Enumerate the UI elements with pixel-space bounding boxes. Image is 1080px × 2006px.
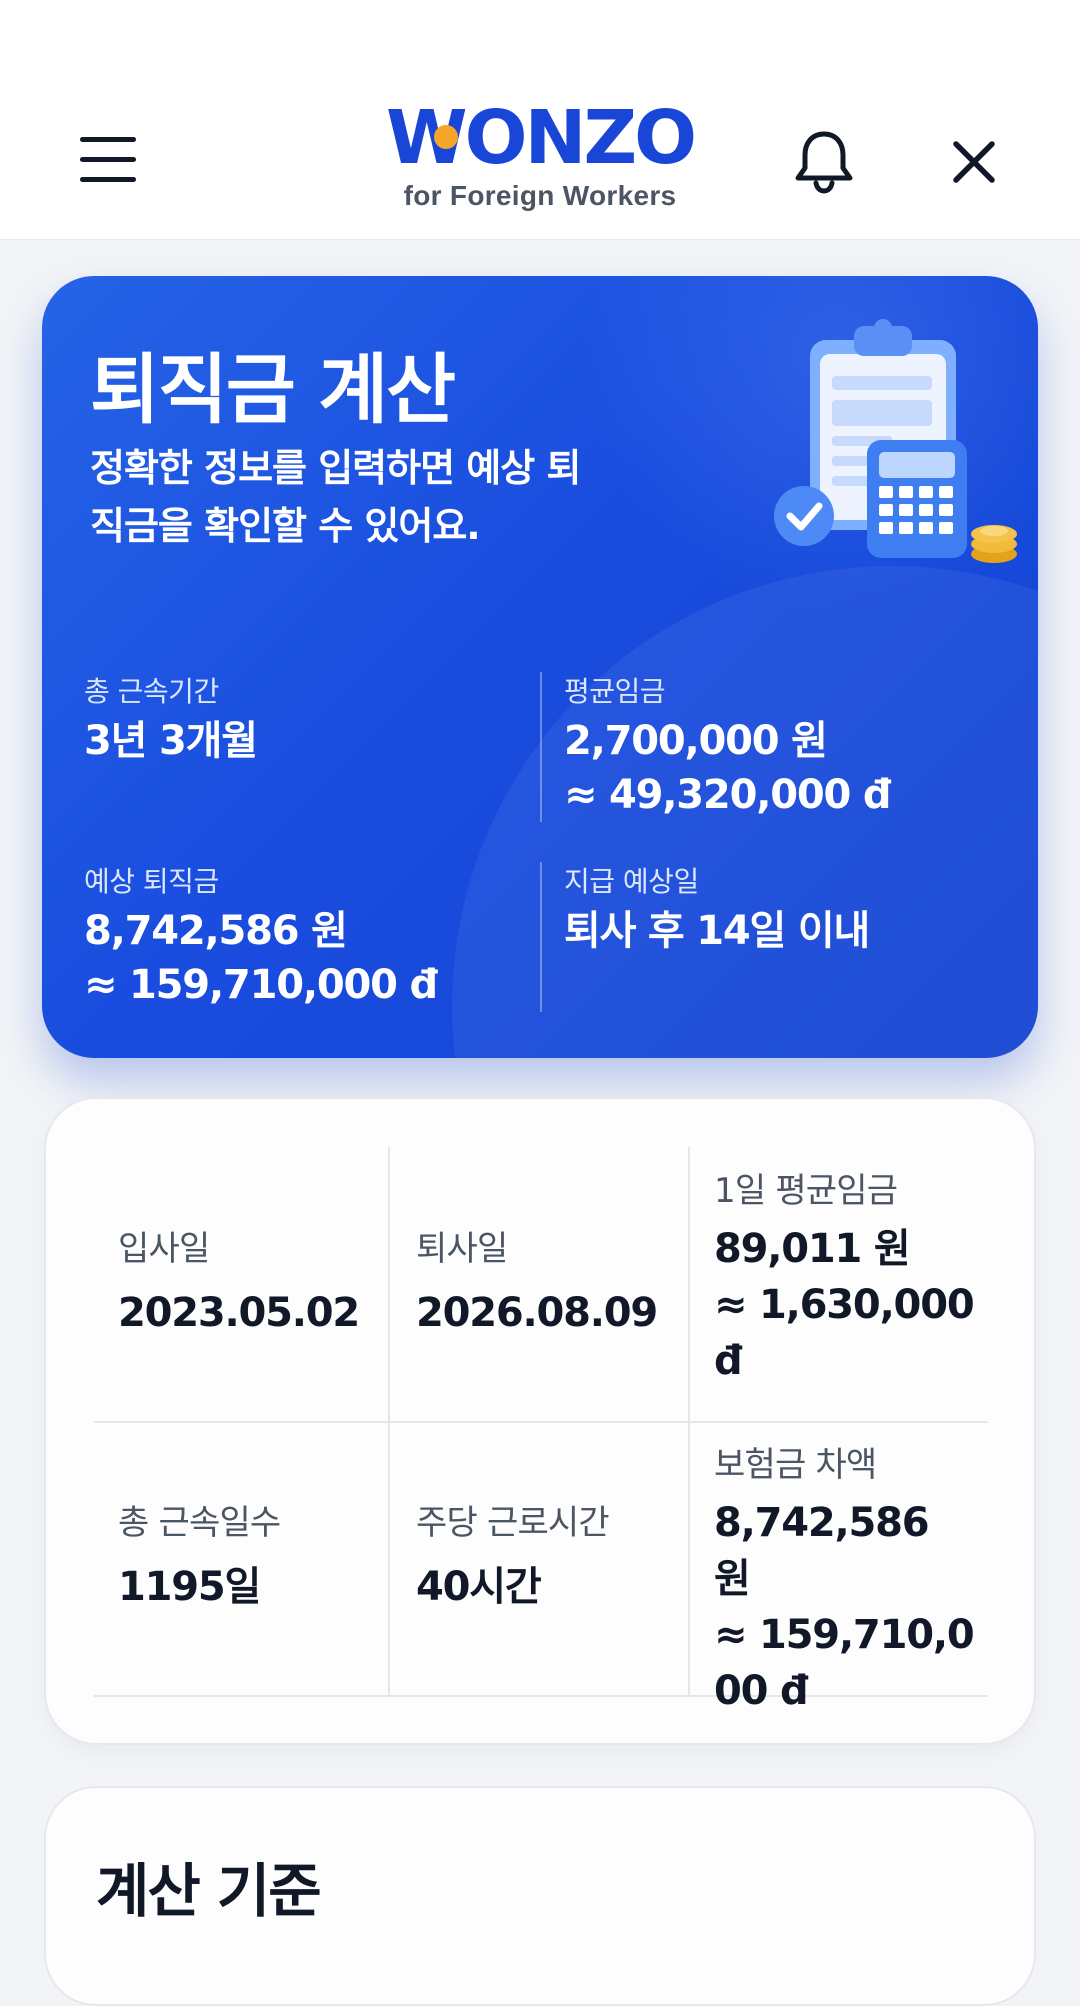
detail-label: 1일 평균임금	[714, 1171, 898, 1211]
detail-label: 총 근속일수	[118, 1503, 281, 1543]
detail-daily-average-wage: 1일 평균임금 89,011 원 ≈ 1,630,000 đ	[714, 1169, 975, 1389]
stat-payment-date: 지급 예상일 퇴사 후 14일 이내	[564, 864, 870, 958]
divider	[540, 672, 542, 822]
stat-value: 8,742,586 원	[84, 908, 348, 954]
divider	[94, 1421, 988, 1423]
menu-bar	[80, 157, 136, 162]
divider	[540, 862, 542, 1012]
detail-value: 2026.08.09	[416, 1290, 658, 1336]
app-header: WONZO for Foreign Workers	[0, 0, 1080, 240]
calculation-basis-card: 계산 기준	[44, 1786, 1036, 2006]
detail-join-date: 입사일 2023.05.02	[118, 1227, 360, 1341]
bell-icon-graphic	[795, 131, 853, 194]
stat-label: 예상 퇴직금	[84, 865, 219, 898]
stat-value: 퇴사 후 14일 이내	[564, 908, 870, 954]
logo-dot-icon	[433, 125, 458, 149]
detail-insurance-difference: 보험금 차액 8,742,586 원 ≈ 159,710,000 đ	[714, 1443, 975, 1719]
detail-value: 40시간	[416, 1564, 542, 1610]
detail-value: 8,742,586 원 ≈ 159,710,000 đ	[714, 1495, 975, 1719]
detail-total-days: 총 근속일수 1195일	[118, 1501, 281, 1615]
detail-info-card: 입사일 2023.05.02 퇴사일 2026.08.09 1일 평균임금 89…	[44, 1097, 1036, 1745]
detail-weekly-hours: 주당 근로시간 40시간	[416, 1501, 610, 1615]
stat-label: 평균임금	[564, 675, 666, 708]
menu-icon[interactable]	[80, 137, 136, 183]
menu-bar	[80, 177, 136, 182]
detail-value: 89,011 원 ≈ 1,630,000 đ	[714, 1221, 975, 1389]
detail-value: 1195일	[118, 1564, 261, 1610]
stat-converted: ≈ 159,710,000 đ	[84, 962, 438, 1008]
severance-summary-card: 퇴직금 계산 정확한 정보를 입력하면 예상 퇴직금을 확인할 수 있어요. 총…	[42, 276, 1038, 1058]
logo-wordmark: WONZO	[386, 101, 697, 175]
detail-label: 입사일	[118, 1229, 210, 1269]
detail-label: 보험금 차액	[714, 1445, 877, 1485]
stat-label: 지급 예상일	[564, 865, 699, 898]
detail-amount: 89,011 원	[714, 1226, 911, 1272]
detail-converted: ≈ 159,710,000 đ	[714, 1612, 975, 1714]
logo-subtitle: for Foreign Workers	[403, 180, 677, 211]
hero-subtitle: 정확한 정보를 입력하면 예상 퇴직금을 확인할 수 있어요.	[90, 446, 581, 548]
menu-bar	[80, 137, 136, 142]
close-icon-graphic	[953, 141, 995, 183]
detail-leave-date: 퇴사일 2026.08.09	[416, 1227, 658, 1341]
detail-label: 퇴사일	[416, 1229, 508, 1269]
bell-icon[interactable]	[792, 128, 856, 194]
stat-value: 2,700,000 원	[564, 718, 828, 764]
logo-text: WONZO	[385, 95, 697, 181]
clipboard-calculator-icon	[774, 319, 1017, 563]
stat-expected-severance: 예상 퇴직금 8,742,586 원 ≈ 159,710,000 đ	[84, 864, 438, 1012]
detail-converted: ≈ 1,630,000 đ	[714, 1282, 975, 1384]
section-title: 계산 기준	[96, 1857, 322, 1925]
stat-converted: ≈ 49,320,000 đ	[564, 772, 891, 818]
stat-average-wage: 평균임금 2,700,000 원 ≈ 49,320,000 đ	[564, 674, 891, 822]
detail-label: 주당 근로시간	[416, 1503, 610, 1543]
app-logo[interactable]: WONZO for Foreign Workers	[385, 101, 697, 222]
detail-amount: 8,742,586 원	[714, 1500, 930, 1602]
stat-label: 총 근속기간	[84, 675, 219, 708]
close-icon[interactable]	[950, 138, 998, 186]
stat-value: 3년 3개월	[84, 718, 258, 764]
detail-value: 2023.05.02	[118, 1290, 360, 1336]
stat-tenure: 총 근속기간 3년 3개월	[84, 674, 258, 768]
page-title: 퇴직금 계산	[90, 345, 456, 434]
